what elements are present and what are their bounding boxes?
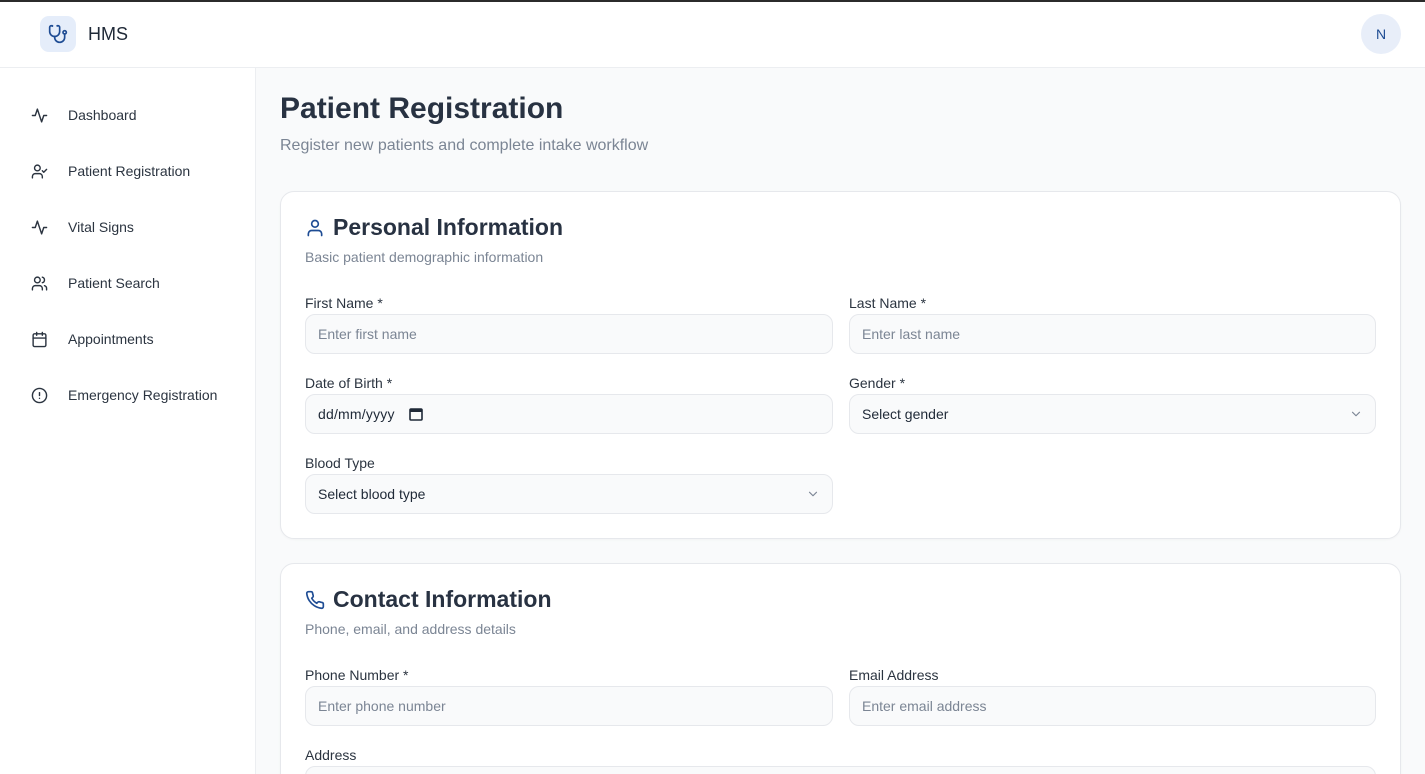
alert-circle-icon: [16, 387, 64, 404]
date-of-birth-value: dd/mm/yyyy: [318, 406, 395, 422]
calendar-icon[interactable]: [408, 407, 423, 421]
users-icon: [16, 275, 64, 292]
activity-icon: [16, 219, 64, 236]
date-of-birth-label: Date of Birth *: [305, 375, 393, 391]
contact-information-card: Contact Information Phone, email, and ad…: [280, 563, 1401, 774]
blood-type-label: Blood Type: [305, 455, 375, 471]
blood-type-select-value: Select blood type: [318, 486, 426, 502]
user-avatar[interactable]: N: [1361, 14, 1401, 54]
sidebar-item-patient-registration[interactable]: Patient Registration: [16, 151, 240, 191]
personal-information-card: Personal Information Basic patient demog…: [280, 191, 1401, 539]
first-name-label: First Name *: [305, 295, 383, 311]
sidebar-item-label: Patient Registration: [68, 163, 191, 179]
section-subtitle: Phone, email, and address details: [305, 621, 516, 637]
main-content: Patient Registration Register new patien…: [256, 68, 1425, 774]
activity-icon: [16, 107, 64, 124]
gender-label: Gender *: [849, 375, 906, 391]
section-title: Contact Information: [333, 586, 552, 612]
sidebar-item-appointments[interactable]: Appointments: [16, 319, 240, 359]
blood-type-select[interactable]: Select blood type: [305, 474, 833, 514]
first-name-input[interactable]: [305, 314, 833, 354]
phone-number-input[interactable]: [305, 686, 833, 726]
email-address-label: Email Address: [849, 667, 939, 683]
section-subtitle: Basic patient demographic information: [305, 249, 544, 265]
sidebar-item-label: Dashboard: [68, 107, 137, 123]
phone-icon: [305, 590, 325, 615]
sidebar: Dashboard Patient Registration Vital Sig…: [0, 68, 256, 774]
sidebar-item-label: Vital Signs: [68, 219, 134, 235]
phone-number-label: Phone Number *: [305, 667, 409, 683]
sidebar-item-dashboard[interactable]: Dashboard: [16, 95, 240, 135]
user-check-icon: [16, 163, 64, 180]
chevron-down-icon: [808, 491, 818, 497]
address-label: Address: [305, 747, 357, 763]
date-of-birth-input[interactable]: dd/mm/yyyy: [305, 394, 833, 434]
app-logo[interactable]: [40, 16, 76, 52]
sidebar-item-label: Patient Search: [68, 275, 160, 291]
sidebar-item-vital-signs[interactable]: Vital Signs: [16, 207, 240, 247]
app-name: HMS: [88, 24, 128, 44]
email-address-input[interactable]: [849, 686, 1376, 726]
chevron-down-icon: [1351, 411, 1361, 417]
gender-select-value: Select gender: [862, 406, 949, 422]
calendar-icon: [16, 331, 64, 348]
section-title: Personal Information: [333, 214, 564, 240]
page-title: Patient Registration: [280, 92, 564, 125]
sidebar-item-emergency-registration[interactable]: Emergency Registration: [16, 375, 240, 415]
top-bar: HMS N: [0, 2, 1425, 68]
sidebar-item-label: Appointments: [68, 331, 154, 347]
last-name-input[interactable]: [849, 314, 1376, 354]
address-input[interactable]: [305, 766, 1376, 774]
page-subtitle: Register new patients and complete intak…: [280, 137, 649, 154]
sidebar-item-label: Emergency Registration: [68, 387, 218, 403]
user-icon: [305, 218, 325, 243]
stethoscope-icon: [48, 24, 68, 44]
sidebar-item-patient-search[interactable]: Patient Search: [16, 263, 240, 303]
gender-select[interactable]: Select gender: [849, 394, 1376, 434]
last-name-label: Last Name *: [849, 295, 927, 311]
